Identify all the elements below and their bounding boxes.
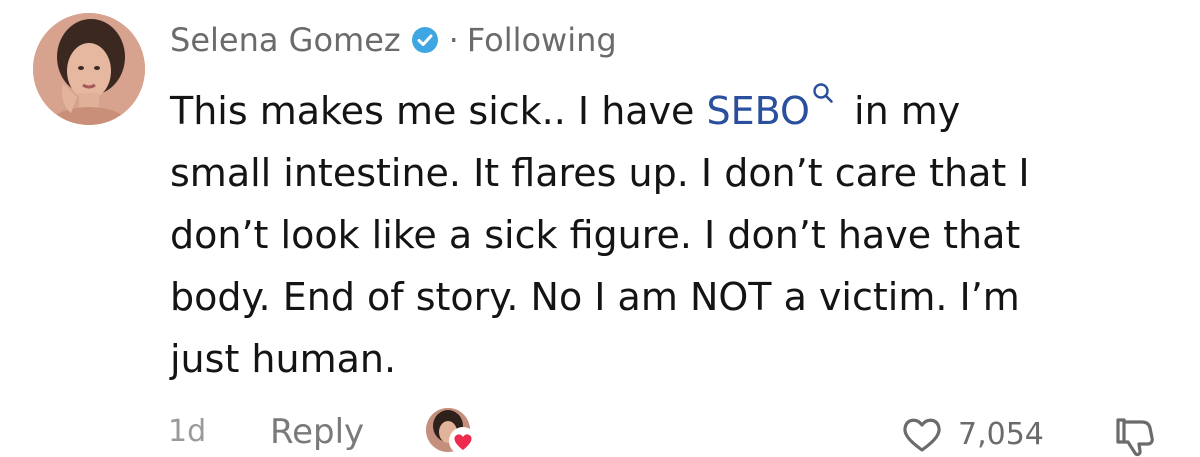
search-link[interactable]: SEBO — [707, 89, 810, 133]
comment-line: This makes me sick.. I have SEBO in my — [170, 80, 1160, 142]
comment-footer: 1d Reply 7,054 — [168, 408, 1178, 457]
comment-line: small intestine. It flares up. I don’t c… — [170, 151, 1030, 195]
reply-button[interactable]: Reply — [270, 412, 364, 452]
author-avatar[interactable] — [33, 13, 145, 125]
author-name[interactable]: Selena Gomez — [170, 21, 401, 59]
search-icon[interactable] — [812, 82, 834, 104]
comment-timestamp: 1d — [168, 414, 207, 449]
heart-filled-icon — [449, 427, 477, 455]
thumbs-down-icon[interactable] — [1112, 414, 1156, 457]
verified-badge-icon — [411, 26, 439, 54]
heart-outline-icon[interactable] — [900, 414, 944, 454]
comment-line: body. End of story. No I am NOT a victim… — [170, 275, 1020, 319]
comment-line: just human. — [170, 337, 397, 381]
comment-line: don’t look like a sick figure. I don’t h… — [170, 213, 1021, 257]
creator-liked-badge — [426, 408, 477, 456]
like-count: 7,054 — [958, 416, 1044, 452]
comment-header: Selena Gomez · Following — [170, 16, 617, 64]
separator-dot: · — [448, 21, 459, 59]
comment-text: This makes me sick.. I have SEBO in my s… — [170, 80, 1160, 390]
like-control[interactable]: 7,054 — [900, 414, 1044, 454]
follow-status: Following — [466, 21, 617, 59]
